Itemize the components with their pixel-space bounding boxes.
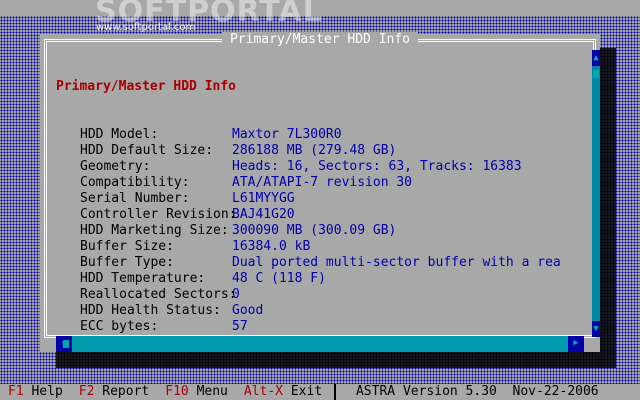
info-value: Heads: 16, Sectors: 63, Tracks: 16383 <box>232 159 522 174</box>
info-row: Buffer Size: 16384.0 kB <box>56 239 592 255</box>
hotkey: F2 <box>78 384 95 399</box>
scroll-up-arrow-icon[interactable]: ▲ <box>592 53 600 63</box>
hotkey: F1 <box>8 384 24 399</box>
info-value: 300090 MB (300.09 GB) <box>232 223 397 238</box>
info-row: Buffer Type: Dual ported multi-sector buf… <box>56 255 592 271</box>
hotkey-label: Help <box>31 384 63 399</box>
status-key-help[interactable]: F1 Help <box>8 384 63 399</box>
hotkey-label: Exit <box>290 384 323 399</box>
info-label: Serial Number: <box>80 191 190 206</box>
info-row: HDD Marketing Size: 300090 MB (300.09 GB) <box>56 223 592 239</box>
status-bar: F1 Help F2 Report F10 Menu Alt-X Exit ASTRA… <box>0 384 640 400</box>
hotkey: Alt-X <box>243 384 284 399</box>
info-value: L61MYYGG <box>232 191 295 206</box>
info-label: ECC bytes: <box>80 319 159 334</box>
hscroll-thumb[interactable] <box>63 340 69 348</box>
info-label: HDD Health Status: <box>80 303 221 318</box>
hscroll-track[interactable] <box>72 336 568 352</box>
info-row: Reallocated Sectors:0 <box>56 287 592 303</box>
scroll-right-arrow-icon[interactable]: ▶ <box>572 338 580 348</box>
hotkey-label: Report <box>102 384 150 399</box>
info-label: HDD Temperature: <box>80 271 206 286</box>
info-value: Dual ported multi-sector buffer with a r… <box>232 255 561 270</box>
info-label: Controller Revision: <box>80 207 237 222</box>
horizontal-scrollbar[interactable]: ◀ ▶ <box>56 336 584 352</box>
info-value: 286188 MB (279.48 GB) <box>232 143 397 158</box>
vertical-scrollbar[interactable]: ▲ ▼ <box>592 50 600 337</box>
scroll-thumb[interactable] <box>593 70 599 78</box>
scroll-down-arrow-icon[interactable]: ▼ <box>592 324 600 334</box>
info-label: Buffer Size: <box>80 239 174 254</box>
info-row: Controller Revision:BAJ41G20 <box>56 207 592 223</box>
status-key-exit[interactable]: Alt-X Exit <box>244 384 322 399</box>
info-row: HDD Temperature: 48 C (118 F) <box>56 271 592 287</box>
hotkey-label: Menu <box>196 384 228 399</box>
info-label: Reallocated Sectors: <box>80 287 237 302</box>
info-row: Geometry: Heads: 16, Sectors: 63, Tracks:… <box>56 159 592 175</box>
info-value: 16384.0 kB <box>232 239 311 254</box>
info-content: Primary/Master HDD Info HDD Model: Maxtor… <box>56 47 592 336</box>
info-label: Geometry: <box>80 159 151 174</box>
info-row: HDD Health Status: Good <box>56 303 592 319</box>
hotkey: F10 <box>165 384 189 399</box>
info-label: HDD Marketing Size: <box>80 223 229 238</box>
info-row: Serial Number: L61MYYGG <box>56 191 592 207</box>
status-divider <box>334 384 337 400</box>
info-row: Compatibility: ATA/ATAPI-7 revision 30 <box>56 175 592 191</box>
info-value: Maxtor 7L300R0 <box>232 127 342 142</box>
info-value: 57 <box>232 319 248 334</box>
scroll-track[interactable] <box>592 66 600 321</box>
info-label: HDD Model: <box>80 127 159 142</box>
watermark-url: www.softportal.com <box>96 22 196 33</box>
info-row: HDD Default Size: 286188 MB (279.48 GB) <box>56 143 592 159</box>
info-row: HDD Model: Maxtor 7L300R0 <box>56 127 592 143</box>
info-value: ATA/ATAPI-7 revision 30 <box>232 175 413 190</box>
info-label: HDD Default Size: <box>80 143 214 158</box>
info-value: 48 C (118 F) <box>232 271 326 286</box>
info-value: 0 <box>232 287 240 302</box>
info-label: Buffer Type: <box>80 255 174 270</box>
version-text: ASTRA Version 5.30 <box>355 384 497 399</box>
info-value: BAJ41G20 <box>232 207 295 222</box>
hdd-info-window: Primary/Master HDD Info Primary/Master H… <box>40 32 600 352</box>
window-title: Primary/Master HDD Info <box>40 32 600 48</box>
date-text: Nov-22-2006 <box>512 384 599 399</box>
info-value: Good <box>232 303 264 318</box>
info-row: ECC bytes: 57 <box>56 319 592 335</box>
status-key-report[interactable]: F2 Report <box>79 384 149 399</box>
status-key-menu[interactable]: F10 Menu <box>165 384 228 399</box>
info-label: Compatibility: <box>80 175 190 190</box>
section-heading: Primary/Master HDD Info <box>56 79 237 94</box>
